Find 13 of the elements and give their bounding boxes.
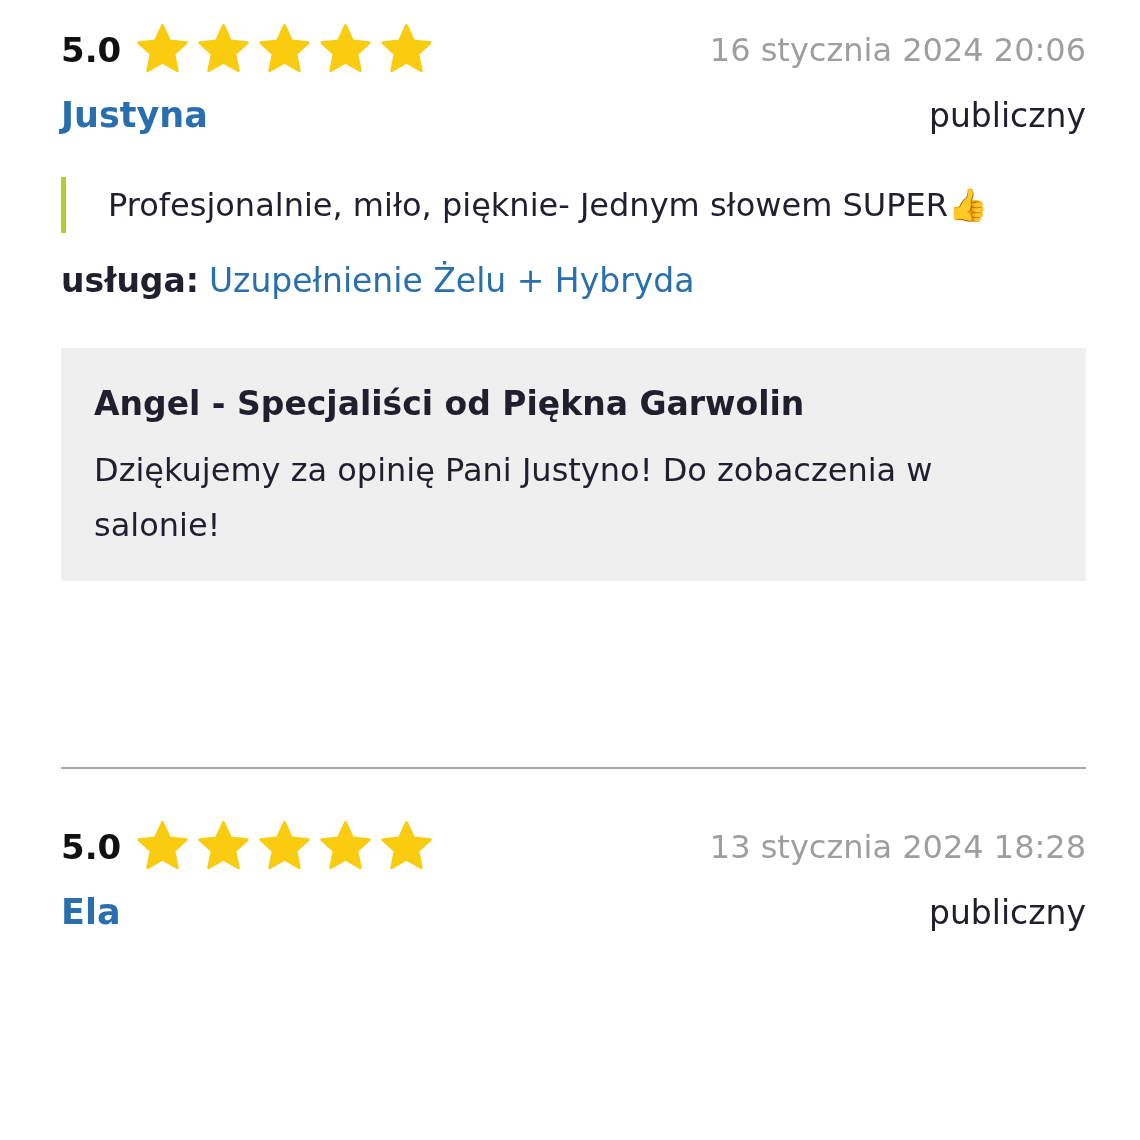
review-comment: Profesjonalnie, miło, pięknie- Jednym słowem SUPER👍: [61, 177, 1086, 233]
author-link[interactable]: Justyna: [61, 95, 208, 135]
visibility-label: publiczny: [928, 892, 1086, 932]
business-name: Angel - Specjaliści od Piękna Garwolin: [94, 384, 806, 423]
service-link[interactable]: Uzupełnienie Żelu + Hybryda: [208, 261, 695, 300]
visibility-label: publiczny: [928, 95, 1086, 135]
rating-value: 5.0: [61, 826, 122, 867]
reply-text: Dziękujemy za opinię Pani Justyno! Do zobaczenia w salonie!: [94, 450, 934, 546]
service-label: usługa:: [61, 261, 199, 300]
author-link[interactable]: Ela: [61, 892, 121, 932]
review-date: 16 stycznia 2024 20:06: [709, 30, 1086, 69]
review-date: 13 stycznia 2024 18:28: [709, 827, 1086, 866]
rating-value: 5.0: [61, 29, 122, 70]
